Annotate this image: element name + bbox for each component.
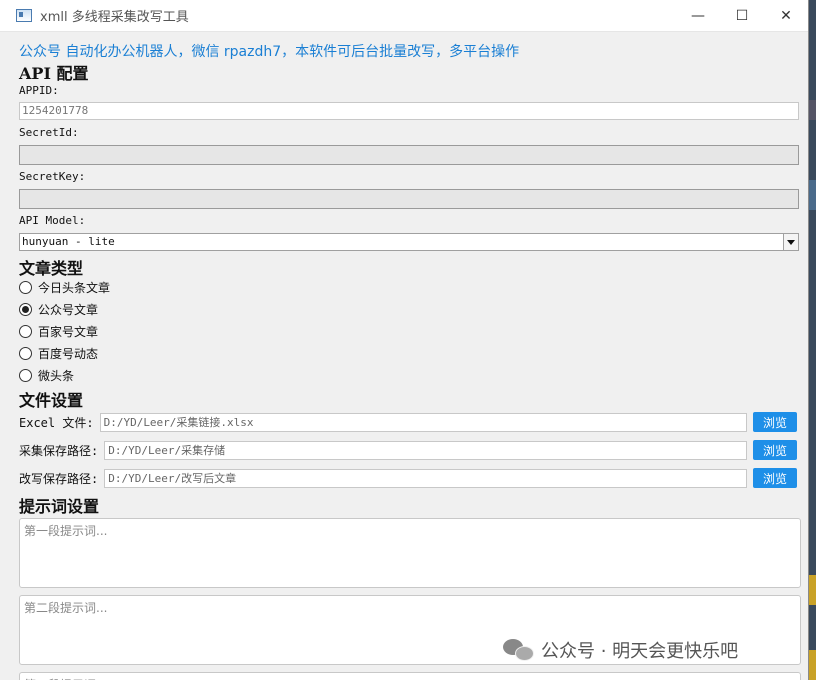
title-bar: xmll 多线程采集改写工具 — ☐ ✕ [0, 0, 808, 32]
window-controls: — ☐ ✕ [676, 0, 808, 31]
collect-browse-button[interactable]: 浏览 [753, 440, 797, 460]
collect-path-row: 采集保存路径: D:/YD/Leer/采集存储 浏览 [19, 440, 797, 460]
rewrite-path-input[interactable]: D:/YD/Leer/改写后文章 [104, 468, 747, 488]
app-window: xmll 多线程采集改写工具 — ☐ ✕ 公众号 自动化办公机器人，微信 rpa… [0, 0, 809, 680]
radio-indicator[interactable] [19, 281, 32, 294]
watermark-text: 公众号 · 明天会更快乐吧 [541, 641, 739, 662]
secretid-input[interactable] [19, 145, 799, 165]
api-model-label: API Model: [19, 214, 86, 227]
maximize-button[interactable]: ☐ [720, 0, 764, 31]
radio-weitoutiao[interactable]: 微头条 [19, 367, 74, 384]
desktop-icon[interactable] [809, 100, 816, 120]
minimize-button[interactable]: — [676, 0, 720, 31]
secretkey-label: SecretKey: [19, 170, 86, 183]
radio-indicator[interactable] [19, 369, 32, 382]
radio-label: 百家号文章 [38, 325, 99, 339]
desktop-edge [809, 0, 816, 680]
wechat-icon [503, 639, 535, 661]
api-config-heading: API 配置 [19, 64, 89, 83]
collect-path-label: 采集保存路径: [19, 443, 99, 458]
radio-label: 公众号文章 [38, 303, 99, 317]
appid-input[interactable]: 1254201778 [19, 102, 799, 120]
minimize-icon: — [691, 7, 705, 24]
dropdown-arrow-icon[interactable] [783, 234, 798, 250]
radio-indicator[interactable] [19, 347, 32, 360]
file-settings-heading: 文件设置 [19, 391, 84, 410]
radio-toutiao[interactable]: 今日头条文章 [19, 279, 110, 296]
close-icon: ✕ [780, 7, 792, 24]
api-model-value: hunyuan - lite [22, 235, 115, 248]
desktop-icon[interactable] [809, 575, 816, 605]
main-content: 公众号 自动化办公机器人，微信 rpazdh7，本软件可后台批量改写，多平台操作… [0, 32, 808, 680]
rewrite-path-label: 改写保存路径: [19, 471, 99, 486]
article-type-heading: 文章类型 [19, 259, 84, 278]
promo-text: 公众号 自动化办公机器人，微信 rpazdh7，本软件可后台批量改写，多平台操作 [19, 44, 520, 60]
appid-label: APPID: [19, 84, 59, 97]
app-icon [16, 9, 32, 22]
desktop-icon[interactable] [809, 650, 816, 680]
excel-browse-button[interactable]: 浏览 [753, 412, 797, 432]
secretid-label: SecretId: [19, 126, 79, 139]
desktop-icon[interactable] [809, 180, 816, 210]
radio-baidu-dynamic[interactable]: 百度号动态 [19, 345, 98, 362]
radio-baijiahao[interactable]: 百家号文章 [19, 323, 98, 340]
watermark: 公众号 · 明天会更快乐吧 [503, 637, 738, 663]
collect-path-input[interactable]: D:/YD/Leer/采集存储 [104, 440, 747, 460]
secretkey-input[interactable] [19, 189, 799, 209]
excel-file-input[interactable]: D:/YD/Leer/采集链接.xlsx [99, 412, 747, 432]
api-model-select[interactable]: hunyuan - lite [19, 233, 799, 251]
radio-gongzhonghao[interactable]: 公众号文章 [19, 301, 98, 318]
radio-label: 微头条 [38, 369, 75, 383]
excel-file-row: Excel 文件: D:/YD/Leer/采集链接.xlsx 浏览 [19, 412, 797, 432]
prompt-1-textarea[interactable]: 第一段提示词... [19, 518, 801, 588]
prompt-settings-heading: 提示词设置 [19, 497, 100, 516]
maximize-icon: ☐ [735, 7, 749, 24]
radio-indicator[interactable] [19, 303, 32, 316]
radio-label: 百度号动态 [38, 347, 99, 361]
radio-indicator[interactable] [19, 325, 32, 338]
prompt-3-textarea[interactable]: 第三段提示词... [19, 672, 801, 680]
radio-label: 今日头条文章 [38, 281, 111, 295]
rewrite-browse-button[interactable]: 浏览 [753, 468, 797, 488]
close-button[interactable]: ✕ [764, 0, 808, 31]
excel-file-label: Excel 文件: [19, 415, 94, 430]
window-title: xmll 多线程采集改写工具 [40, 10, 189, 25]
rewrite-path-row: 改写保存路径: D:/YD/Leer/改写后文章 浏览 [19, 468, 797, 488]
